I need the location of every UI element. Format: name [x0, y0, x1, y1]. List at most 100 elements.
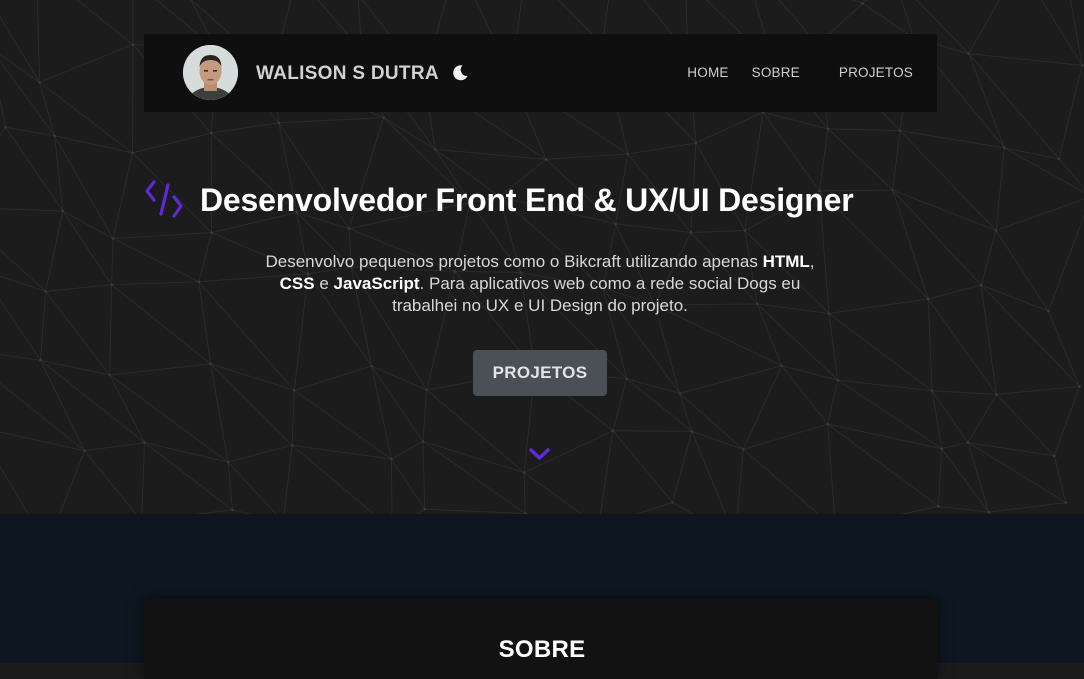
code-icon: [144, 178, 186, 222]
pattern-dot: [695, 142, 698, 145]
pattern-dot: [1058, 158, 1061, 161]
pattern-line: [425, 509, 525, 513]
pattern-line: [969, 54, 1082, 66]
pattern-dot: [422, 440, 425, 443]
pattern-dot: [370, 365, 373, 368]
pattern-line: [546, 154, 628, 159]
pattern-line: [0, 47, 5, 127]
pattern-line: [423, 390, 427, 442]
pattern-line: [613, 431, 692, 432]
nav-sobre[interactable]: SOBRE: [752, 65, 800, 80]
headline-row: Desenvolvedor Front End & UX/UI Designer: [144, 178, 853, 222]
pattern-line: [829, 314, 932, 391]
pattern-dot: [39, 359, 42, 362]
pattern-line: [928, 299, 996, 395]
moon-icon[interactable]: [451, 64, 469, 82]
pattern-dot: [899, 129, 902, 132]
nav-home[interactable]: HOME: [687, 65, 728, 80]
pattern-dot: [425, 389, 428, 392]
pattern-line: [384, 118, 436, 150]
pattern-line: [211, 123, 279, 133]
pattern-line: [63, 211, 112, 285]
avatar[interactable]: [183, 45, 238, 100]
site-name[interactable]: WALISON S DUTRA: [256, 63, 439, 85]
pattern-dot: [995, 393, 998, 396]
pattern-line: [524, 473, 598, 514]
pattern-line: [673, 502, 736, 514]
pattern-dot: [980, 284, 983, 287]
pattern-line: [997, 386, 1080, 394]
pattern-dot: [1053, 455, 1056, 458]
pattern-dot: [612, 429, 615, 432]
pattern-dot: [210, 231, 213, 234]
pattern-line: [743, 366, 781, 450]
nav-projetos[interactable]: PROJETOS: [839, 65, 913, 80]
page-title: Desenvolvedor Front End & UX/UI Designer: [200, 182, 853, 219]
pattern-dot: [826, 423, 829, 426]
pattern-line: [968, 442, 1054, 455]
pattern-line: [1048, 311, 1079, 386]
pattern-dot: [53, 134, 56, 137]
pattern-line: [836, 506, 939, 514]
pattern-line: [893, 190, 981, 285]
pattern-line: [0, 127, 5, 207]
pattern-line: [673, 431, 692, 502]
chevron-down-icon[interactable]: [529, 447, 550, 461]
pattern-dot: [44, 290, 47, 293]
pattern-line: [84, 451, 141, 514]
pattern-line: [423, 441, 524, 472]
pattern-dot: [1003, 147, 1006, 150]
pattern-line: [423, 441, 525, 513]
pattern-line: [928, 285, 981, 299]
pattern-dot: [231, 509, 234, 512]
pattern-line: [0, 270, 46, 292]
pattern-line: [968, 394, 997, 442]
pattern-line: [616, 224, 691, 233]
pattern-dot: [940, 447, 943, 450]
pattern-line: [996, 231, 1048, 312]
projetos-button[interactable]: PROJETOS: [473, 350, 607, 396]
pattern-line: [40, 360, 84, 451]
pattern-line: [112, 239, 113, 285]
about-title: SOBRE: [0, 636, 1084, 664]
pattern-dot: [545, 158, 548, 161]
pattern-line: [782, 366, 828, 424]
pattern-dot: [390, 458, 393, 461]
pattern-dot: [742, 448, 745, 451]
pattern-line: [0, 427, 47, 514]
pattern-dot: [861, 2, 864, 5]
site-header: WALISON S DUTRA HOME SOBRE PROJETOS: [144, 34, 937, 112]
pattern-dot: [671, 501, 674, 504]
pattern-line: [36, 0, 39, 82]
pattern-line: [981, 285, 997, 395]
intro-html: HTML: [763, 252, 810, 271]
pattern-line: [932, 391, 942, 449]
pattern-dot: [131, 152, 134, 155]
pattern-line: [742, 0, 863, 3]
pattern-line: [110, 375, 228, 462]
pattern-line: [294, 366, 371, 390]
pattern-line: [113, 153, 133, 239]
pattern-dot: [523, 471, 526, 474]
pattern-line: [1054, 386, 1079, 455]
pattern-line: [828, 424, 836, 514]
pattern-dot: [691, 430, 694, 433]
pattern-line: [292, 445, 392, 514]
pattern-line: [1048, 196, 1084, 311]
pattern-line: [828, 129, 900, 131]
pattern-dot: [293, 389, 296, 392]
pattern-line: [391, 441, 422, 459]
pattern-dot: [931, 389, 934, 392]
pattern-dot: [967, 441, 970, 444]
pattern-dot: [690, 231, 693, 234]
pattern-line: [5, 127, 62, 211]
pattern-dot: [837, 379, 840, 382]
pattern-dot: [625, 378, 628, 381]
pattern-dot: [38, 81, 41, 84]
pattern-line: [996, 196, 1084, 230]
pattern-line: [743, 449, 835, 514]
pattern-line: [423, 441, 425, 509]
pattern-line: [391, 459, 424, 509]
intro-part-1: Desenvolvo pequenos projetos como o Bikc…: [265, 252, 762, 271]
pattern-line: [84, 443, 144, 451]
